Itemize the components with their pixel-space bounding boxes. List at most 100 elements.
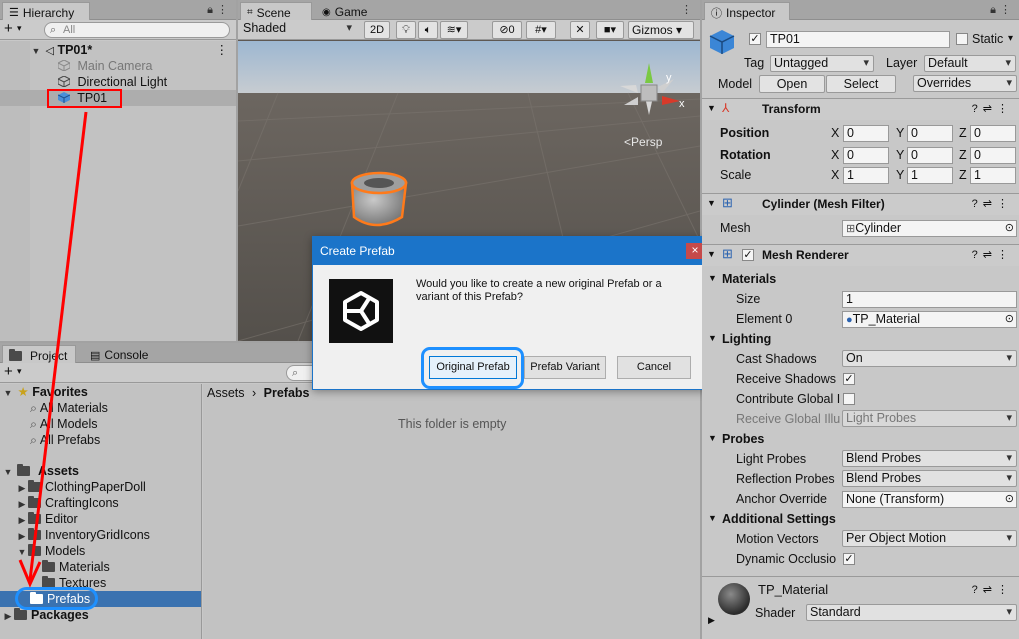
shading-mode-dropdown[interactable]: Shaded <box>240 21 356 38</box>
hierarchy-search-input[interactable]: ⌕ All <box>44 22 230 38</box>
active-checkbox[interactable]: ✓ <box>749 33 761 45</box>
prefab-variant-button[interactable]: Prefab Variant <box>524 356 606 379</box>
tab-inspector[interactable]: ⓘ Inspector <box>704 2 790 20</box>
tools-icon[interactable]: ✕ <box>570 21 590 39</box>
rotation-y-field[interactable]: 0 <box>907 147 953 164</box>
expand-arrow-icon[interactable]: ▼ <box>707 249 716 259</box>
tab-console[interactable]: ▤ Console <box>84 345 162 363</box>
expand-arrow-icon[interactable]: ▼ <box>708 333 717 343</box>
assets-row[interactable]: ▼ Assets <box>2 463 201 479</box>
panel-menu-icons[interactable]: 🔒︎⋮ <box>990 3 1015 17</box>
element0-material-field[interactable]: ●TP_Material ⊙ <box>842 311 1017 328</box>
folder-models[interactable]: ▼ Models <box>16 543 201 559</box>
expand-arrow-icon[interactable]: ▼ <box>708 433 717 443</box>
tab-hierarchy[interactable]: ☰ Hierarchy <box>2 2 90 20</box>
position-z-field[interactable]: 0 <box>970 125 1016 142</box>
object-picker-icon[interactable]: ⊙ <box>1005 221 1014 236</box>
tag-dropdown[interactable]: Untagged <box>770 55 874 72</box>
tab-scene[interactable]: ⌗ Scene <box>240 2 312 20</box>
cast-shadows-dropdown[interactable]: On <box>842 350 1017 367</box>
shader-dropdown[interactable]: Standard <box>806 604 1017 621</box>
folder-inventorygridicons[interactable]: ▶ InventoryGridIcons <box>16 527 201 543</box>
hierarchy-item-directional-light[interactable]: Directional Light <box>58 74 236 90</box>
add-button[interactable]: + <box>4 363 13 381</box>
static-checkbox[interactable] <box>956 33 968 45</box>
folder-craftingicons[interactable]: ▶ CraftingIcons <box>16 495 201 511</box>
collapse-arrow-icon[interactable]: ▶ <box>16 528 28 544</box>
expand-arrow-icon[interactable]: ▼ <box>16 544 28 560</box>
light-probes-dropdown[interactable]: Blend Probes <box>842 450 1017 467</box>
mesh-renderer-header[interactable]: ▼ ⊞ ✓ Mesh Renderer ?⇌⋮ <box>702 244 1019 266</box>
mesh-filter-header[interactable]: ▼ ⊞ Cylinder (Mesh Filter) ?⇌⋮ <box>702 193 1019 215</box>
collapse-arrow-icon[interactable]: ▶ <box>16 496 28 512</box>
reflection-probes-dropdown[interactable]: Blend Probes <box>842 470 1017 487</box>
tab-game[interactable]: ◉ Game <box>316 2 386 20</box>
persp-label[interactable]: <Persp <box>624 135 662 149</box>
expand-arrow-icon[interactable]: ▼ <box>707 198 716 208</box>
collapse-arrow-icon[interactable]: ▶ <box>708 615 715 626</box>
object-name-field[interactable]: TP01 <box>766 31 950 48</box>
header-action-icons[interactable]: ?⇌⋮ <box>972 197 1013 210</box>
tp01-cylinder[interactable] <box>350 171 408 227</box>
favorites-row[interactable]: ▼ ★ Favorites <box>2 384 201 400</box>
overrides-dropdown[interactable]: Overrides <box>913 75 1017 92</box>
toggle-2d-button[interactable]: 2D <box>364 21 390 39</box>
tab-project[interactable]: Project <box>2 345 76 363</box>
rotation-z-field[interactable]: 0 <box>970 147 1016 164</box>
position-x-field[interactable]: 0 <box>843 125 889 142</box>
scene-menu-icon[interactable]: ⋮ <box>216 42 229 58</box>
dynamic-occlusion-checkbox[interactable]: ✓ <box>843 553 855 565</box>
folder-materials[interactable]: Materials <box>42 559 201 575</box>
transform-header[interactable]: ▼ ⅄ Transform ?⇌⋮ <box>702 98 1019 120</box>
receive-shadows-checkbox[interactable]: ✓ <box>843 373 855 385</box>
header-action-icons[interactable]: ?⇌⋮ <box>972 583 1013 596</box>
motion-vectors-dropdown[interactable]: Per Object Motion <box>842 530 1017 547</box>
position-y-field[interactable]: 0 <box>907 125 953 142</box>
scale-y-field[interactable]: 1 <box>907 167 953 184</box>
add-button[interactable]: + <box>4 20 13 38</box>
folder-clothingpaperdoll[interactable]: ▶ ClothingPaperDoll <box>16 479 201 495</box>
mesh-renderer-enabled-checkbox[interactable]: ✓ <box>742 249 754 261</box>
header-action-icons[interactable]: ?⇌⋮ <box>972 248 1013 261</box>
static-dropdown-arrow-icon[interactable]: ▾ <box>1008 33 1013 44</box>
scale-x-field[interactable]: 1 <box>843 167 889 184</box>
favorite-all-materials[interactable]: ⌕ All Materials <box>30 400 201 416</box>
gizmos-dropdown[interactable]: Gizmos ▾ <box>628 21 694 39</box>
materials-size-field[interactable]: 1 <box>842 291 1017 308</box>
collapse-arrow-icon[interactable]: ▶ <box>16 480 28 496</box>
scene-row[interactable]: ▼ ◁ TP01* ⋮ <box>30 42 236 58</box>
anchor-override-field[interactable]: None (Transform) ⊙ <box>842 491 1017 508</box>
lighting-toggle-icon[interactable]: 💡︎ <box>396 21 416 39</box>
mesh-object-field[interactable]: ⊞Cylinder ⊙ <box>842 220 1017 237</box>
expand-arrow-icon[interactable]: ▼ <box>708 273 717 283</box>
panel-menu-icons[interactable]: 🔒︎⋮ <box>207 3 232 17</box>
favorite-all-models[interactable]: ⌕ All Models <box>30 416 201 432</box>
folder-editor[interactable]: ▶ Editor <box>16 511 201 527</box>
panel-menu-icons[interactable]: ⋮ <box>681 3 696 16</box>
expand-arrow-icon[interactable]: ▼ <box>707 103 716 113</box>
contribute-gi-checkbox[interactable] <box>843 393 855 405</box>
breadcrumb-prefabs[interactable]: Prefabs <box>264 386 310 400</box>
audio-toggle-icon[interactable]: 🔈︎ <box>418 21 438 39</box>
object-picker-icon[interactable]: ⊙ <box>1005 492 1014 507</box>
favorite-all-prefabs[interactable]: ⌕ All Prefabs <box>30 432 201 448</box>
object-picker-icon[interactable]: ⊙ <box>1005 312 1014 327</box>
hidden-objects-toggle[interactable]: ⊘0 <box>492 21 522 39</box>
cancel-button[interactable]: Cancel <box>617 356 691 379</box>
expand-arrow-icon[interactable]: ▼ <box>30 43 42 59</box>
expand-arrow-icon[interactable]: ▼ <box>708 513 717 523</box>
expand-arrow-icon[interactable]: ▼ <box>2 385 14 401</box>
rotation-x-field[interactable]: 0 <box>843 147 889 164</box>
collapse-arrow-icon[interactable]: ▶ <box>2 608 14 624</box>
layer-dropdown[interactable]: Default <box>924 55 1016 72</box>
add-dropdown-arrow-icon[interactable]: ▾ <box>17 366 22 377</box>
effects-toggle-icon[interactable]: ≋▾ <box>440 21 468 39</box>
scale-z-field[interactable]: 1 <box>970 167 1016 184</box>
hierarchy-item-main-camera[interactable]: Main Camera <box>58 58 236 74</box>
grid-toggle-icon[interactable]: #▾ <box>526 21 556 39</box>
header-action-icons[interactable]: ?⇌⋮ <box>972 102 1013 115</box>
collapse-arrow-icon[interactable]: ▶ <box>16 512 28 528</box>
camera-settings-icon[interactable]: ■▾ <box>596 21 624 39</box>
breadcrumb-assets[interactable]: Assets <box>207 386 245 400</box>
select-button[interactable]: Select <box>826 75 896 93</box>
